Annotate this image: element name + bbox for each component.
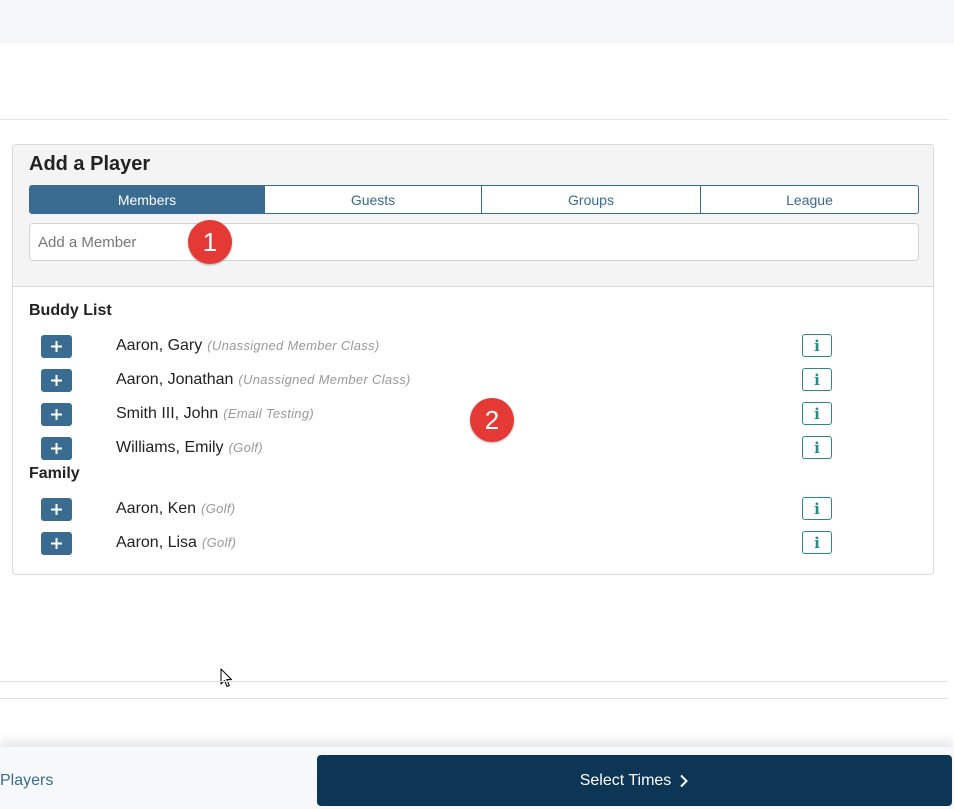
divider (0, 119, 948, 120)
add-member-button[interactable] (41, 335, 72, 358)
info-icon: i (814, 438, 820, 457)
member-name: Williams, Emily (116, 439, 224, 456)
plus-icon (51, 538, 62, 549)
plus-icon (51, 341, 62, 352)
member-class: (Golf) (201, 501, 236, 516)
tab-groups[interactable]: Groups (481, 186, 700, 213)
tab-members[interactable]: Members (30, 186, 264, 213)
member-info-button[interactable]: i (802, 436, 832, 459)
info-icon: i (814, 404, 820, 423)
member-info-button[interactable]: i (802, 531, 832, 554)
member-row: Aaron, Jonathan (Unassigned Member Class)… (41, 368, 841, 394)
plus-icon (51, 409, 62, 420)
annotation-marker-1: 1 (188, 220, 232, 264)
card-title: Add a Player (29, 153, 151, 175)
select-times-button[interactable]: Select Times (317, 755, 952, 806)
tab-guests[interactable]: Guests (264, 186, 481, 213)
add-member-button[interactable] (41, 403, 72, 426)
info-icon: i (814, 336, 820, 355)
plus-icon (51, 375, 62, 386)
player-type-tabs: Members Guests Groups League (29, 185, 919, 214)
member-class: (Golf) (228, 440, 263, 455)
players-link[interactable]: Players (0, 772, 53, 790)
add-player-card: Add a Player Members Guests Groups Leagu… (12, 144, 934, 575)
member-name-text[interactable]: Aaron, Ken (Golf) (116, 500, 235, 518)
chevron-right-icon (680, 774, 689, 787)
tab-league[interactable]: League (700, 186, 918, 213)
member-name: Aaron, Gary (116, 337, 203, 354)
member-info-button[interactable]: i (802, 368, 832, 391)
member-name-text[interactable]: Aaron, Jonathan (Unassigned Member Class) (116, 371, 411, 389)
member-class: (Golf) (201, 535, 237, 550)
annotation-marker-2: 2 (470, 398, 514, 442)
buddy-list-heading: Buddy List (29, 302, 112, 319)
plus-icon (51, 443, 62, 454)
member-info-button[interactable]: i (802, 334, 832, 357)
member-info-button[interactable]: i (802, 402, 832, 425)
info-icon: i (814, 499, 820, 518)
add-member-input[interactable] (29, 223, 919, 261)
member-info-button[interactable]: i (802, 497, 832, 520)
member-name-text[interactable]: Aaron, Lisa (Golf) (116, 534, 236, 552)
member-name: Smith III, John (116, 405, 219, 422)
member-class: (Unassigned Member Class) (238, 372, 411, 387)
member-name-text[interactable]: Smith III, John (Email Testing) (116, 405, 314, 423)
add-member-button[interactable] (41, 532, 72, 555)
select-times-label: Select Times (579, 771, 672, 789)
member-row: Aaron, Gary (Unassigned Member Class) i (41, 334, 841, 360)
member-row: Smith III, John (Email Testing) i (41, 402, 841, 428)
member-name-text[interactable]: Aaron, Gary (Unassigned Member Class) (116, 337, 380, 355)
add-member-button[interactable] (41, 498, 72, 521)
bottom-action-bar: Players Select Times (0, 747, 954, 809)
member-name: Aaron, Ken (116, 500, 197, 517)
info-icon: i (814, 533, 820, 552)
member-row: Williams, Emily (Golf) i (41, 436, 841, 462)
member-name: Aaron, Jonathan (116, 371, 234, 388)
family-heading: Family (29, 465, 80, 482)
member-class: (Unassigned Member Class) (207, 338, 380, 353)
member-name-text[interactable]: Williams, Emily (Golf) (116, 439, 263, 457)
member-class: (Email Testing) (223, 406, 314, 421)
divider (0, 681, 948, 682)
member-name: Aaron, Lisa (116, 534, 197, 551)
add-member-button[interactable] (41, 369, 72, 392)
top-bar (0, 0, 954, 43)
member-row: Aaron, Lisa (Golf) i (41, 531, 841, 557)
member-row: Aaron, Ken (Golf) i (41, 497, 841, 523)
add-member-button[interactable] (41, 437, 72, 460)
add-player-header: Add a Player Members Guests Groups Leagu… (13, 145, 933, 287)
info-icon: i (814, 370, 820, 389)
mouse-cursor-icon (220, 668, 233, 688)
plus-icon (51, 504, 62, 515)
divider (0, 698, 948, 699)
